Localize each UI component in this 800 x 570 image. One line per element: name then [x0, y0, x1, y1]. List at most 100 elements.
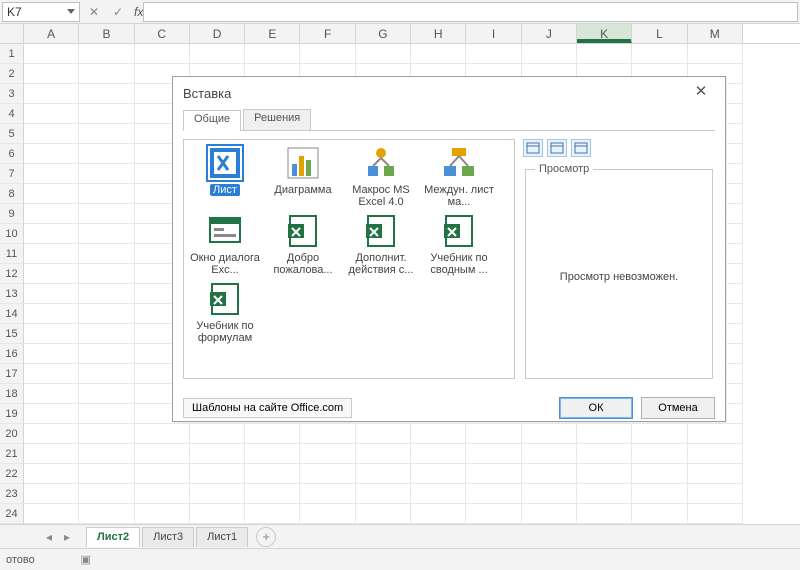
row-header[interactable]: 11 — [0, 244, 24, 264]
cell[interactable] — [24, 184, 79, 204]
row-header[interactable]: 19 — [0, 404, 24, 424]
cancel-button[interactable]: Отмена — [641, 397, 715, 419]
ok-button[interactable]: ОК — [559, 397, 633, 419]
template-item-pivot-tutorial[interactable]: Учебник по сводным ... — [424, 214, 494, 276]
column-header[interactable]: H — [411, 24, 466, 43]
cell[interactable] — [356, 464, 411, 484]
cell[interactable] — [79, 324, 134, 344]
template-item-chart[interactable]: Диаграмма — [268, 146, 338, 208]
cell[interactable] — [577, 424, 632, 444]
dialog-titlebar[interactable]: Вставка ✕ — [173, 77, 725, 109]
column-header[interactable]: D — [190, 24, 245, 43]
row-header[interactable]: 6 — [0, 144, 24, 164]
cell[interactable] — [190, 464, 245, 484]
cell[interactable] — [24, 64, 79, 84]
cell[interactable] — [79, 184, 134, 204]
cell[interactable] — [79, 364, 134, 384]
cell[interactable] — [522, 484, 577, 504]
row-header[interactable]: 10 — [0, 224, 24, 244]
column-header[interactable]: I — [466, 24, 521, 43]
column-header[interactable]: G — [356, 24, 411, 43]
cell[interactable] — [135, 464, 190, 484]
cell[interactable] — [411, 464, 466, 484]
large-icons-button[interactable] — [523, 139, 543, 157]
cell[interactable] — [79, 84, 134, 104]
cell[interactable] — [79, 224, 134, 244]
sheet-nav-next[interactable]: ▸ — [58, 530, 76, 544]
sheet-nav-prev[interactable]: ◂ — [40, 530, 58, 544]
cell[interactable] — [24, 324, 79, 344]
cell[interactable] — [411, 504, 466, 524]
cell[interactable] — [632, 464, 687, 484]
template-item-sheet[interactable]: Лист — [190, 146, 260, 208]
row-header[interactable]: 8 — [0, 184, 24, 204]
cell[interactable] — [24, 484, 79, 504]
cell[interactable] — [300, 504, 355, 524]
cell[interactable] — [24, 164, 79, 184]
cell[interactable] — [79, 244, 134, 264]
add-sheet-button[interactable]: + — [256, 527, 276, 547]
cell[interactable] — [356, 444, 411, 464]
cell[interactable] — [135, 484, 190, 504]
cell[interactable] — [411, 44, 466, 64]
cell[interactable] — [24, 304, 79, 324]
row-header[interactable]: 17 — [0, 364, 24, 384]
name-box[interactable]: K7 — [2, 2, 80, 22]
row-header[interactable]: 22 — [0, 464, 24, 484]
template-item-dialog-window[interactable]: Окно диалога Exc... — [190, 214, 260, 276]
cell[interactable] — [24, 224, 79, 244]
cell[interactable] — [356, 504, 411, 524]
details-view-button[interactable] — [571, 139, 591, 157]
cell[interactable] — [632, 424, 687, 444]
template-item-macro40[interactable]: Макрос MS Excel 4.0 — [346, 146, 416, 208]
cell[interactable] — [24, 344, 79, 364]
cell[interactable] — [466, 484, 521, 504]
cell[interactable] — [79, 124, 134, 144]
cell[interactable] — [522, 44, 577, 64]
cell[interactable] — [245, 44, 300, 64]
cell[interactable] — [466, 464, 521, 484]
cell[interactable] — [79, 144, 134, 164]
cell[interactable] — [356, 424, 411, 444]
row-header[interactable]: 3 — [0, 84, 24, 104]
row-header[interactable]: 24 — [0, 504, 24, 524]
sheet-tab[interactable]: Лист3 — [142, 527, 194, 547]
column-header[interactable]: L — [632, 24, 687, 43]
cell[interactable] — [79, 464, 134, 484]
row-header[interactable]: 13 — [0, 284, 24, 304]
cell[interactable] — [79, 104, 134, 124]
close-button[interactable]: ✕ — [687, 82, 715, 104]
cell[interactable] — [79, 404, 134, 424]
cell[interactable] — [24, 104, 79, 124]
cell[interactable] — [688, 44, 743, 64]
cell[interactable] — [79, 504, 134, 524]
cell[interactable] — [79, 44, 134, 64]
cell[interactable] — [577, 464, 632, 484]
cell[interactable] — [24, 424, 79, 444]
cell[interactable] — [24, 84, 79, 104]
cell[interactable] — [24, 244, 79, 264]
list-view-button[interactable] — [547, 139, 567, 157]
cell[interactable] — [24, 44, 79, 64]
cell[interactable] — [135, 504, 190, 524]
row-header[interactable]: 16 — [0, 344, 24, 364]
cell[interactable] — [24, 124, 79, 144]
column-header[interactable]: F — [300, 24, 355, 43]
cell[interactable] — [24, 504, 79, 524]
cell[interactable] — [79, 204, 134, 224]
cell[interactable] — [24, 464, 79, 484]
cell[interactable] — [300, 444, 355, 464]
row-header[interactable]: 1 — [0, 44, 24, 64]
row-header[interactable]: 7 — [0, 164, 24, 184]
cell[interactable] — [79, 444, 134, 464]
row-header[interactable]: 23 — [0, 484, 24, 504]
cell[interactable] — [577, 504, 632, 524]
cell[interactable] — [632, 44, 687, 64]
cell[interactable] — [411, 444, 466, 464]
cancel-formula-button[interactable]: ✕ — [82, 1, 106, 23]
column-header[interactable]: C — [135, 24, 190, 43]
template-item-formula-tutorial[interactable]: Учебник по формулам — [190, 282, 260, 344]
cell[interactable] — [79, 384, 134, 404]
cell[interactable] — [24, 384, 79, 404]
cell[interactable] — [245, 464, 300, 484]
